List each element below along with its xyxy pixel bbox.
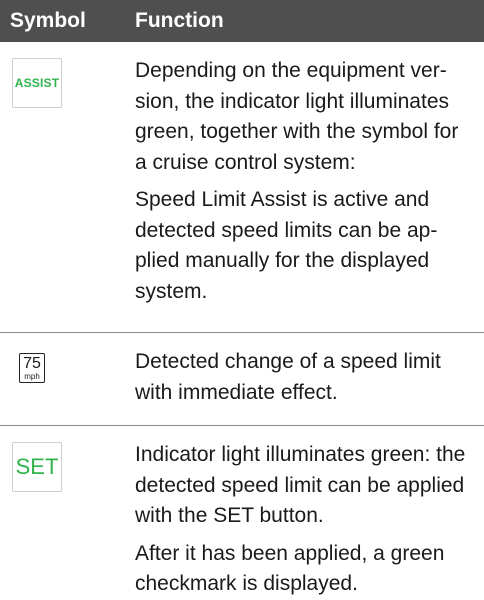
symbol-function-table: Symbol Function ASSIST Depending on the … — [0, 0, 484, 595]
speed-limit-number: 75 — [23, 354, 41, 372]
assist-indicator-icon: ASSIST — [12, 58, 62, 108]
function-cell: Detected change of a speed limit with im… — [118, 333, 484, 425]
function-text: After it has been applied, a green check… — [135, 541, 445, 596]
speed-limit-unit: mph — [24, 371, 40, 381]
symbol-cell: SET — [0, 426, 118, 564]
set-indicator-icon: SET — [12, 442, 62, 492]
function-text: Indicator light illuminates green: the d… — [135, 443, 466, 527]
table-row: SET Indicator light illuminates green: t… — [0, 426, 484, 595]
table-row: 75 mph Detected change of a speed limit … — [0, 333, 484, 426]
table-row: ASSIST Depending on the equipment ver-si… — [0, 42, 484, 333]
header-function: Function — [135, 9, 224, 32]
function-text: Depending on the equipment ver-sion, the… — [135, 59, 459, 174]
symbol-cell: 75 mph — [0, 333, 118, 425]
function-text: Detected change of a speed limit with im… — [135, 350, 441, 404]
speed-limit-75-mph-icon: 75 mph — [19, 353, 45, 383]
function-cell: Indicator light illuminates green: the d… — [118, 426, 484, 595]
set-icon-text: SET — [15, 454, 59, 479]
header-symbol: Symbol — [10, 9, 86, 32]
function-cell: Depending on the equipment ver-sion, the… — [118, 42, 484, 332]
symbol-cell: ASSIST — [0, 42, 118, 332]
table-header: Symbol Function — [0, 0, 484, 42]
assist-icon-text: ASSIST — [14, 76, 60, 90]
function-text: Speed Limit Assist is active and detecte… — [135, 188, 438, 303]
